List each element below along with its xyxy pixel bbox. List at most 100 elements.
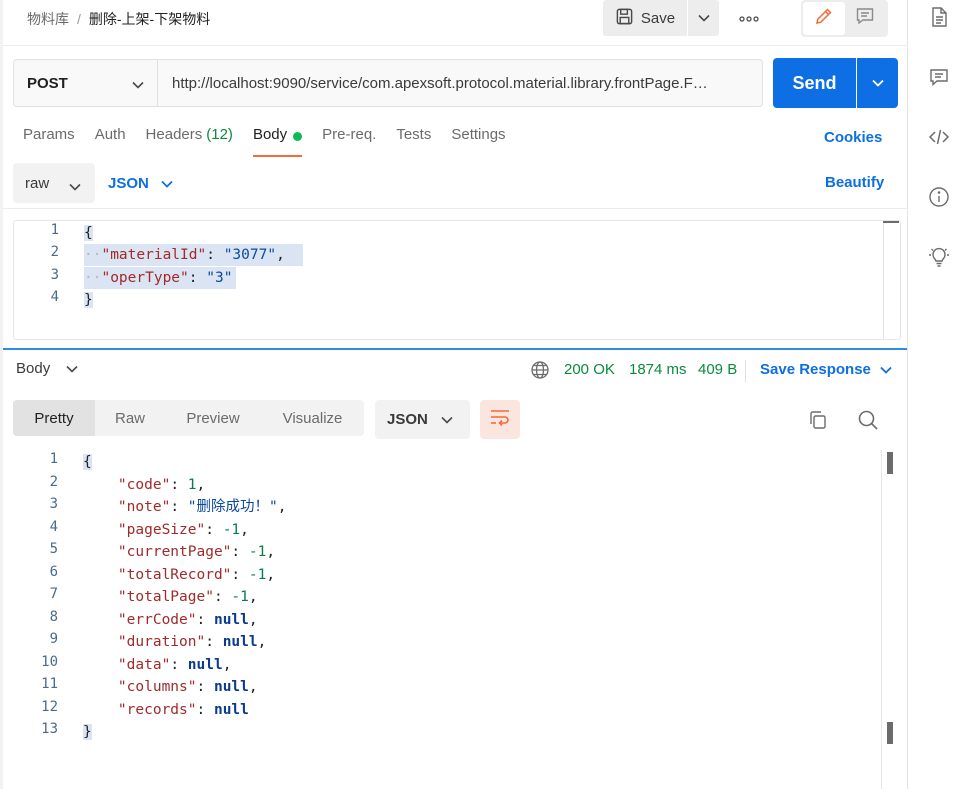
wrap-lines-button[interactable]: [480, 400, 520, 439]
chevron-down-icon: [132, 76, 144, 93]
comma: ,: [257, 634, 267, 650]
body-options: raw JSON: [13, 163, 173, 203]
json-value: "3": [206, 270, 233, 286]
save-button[interactable]: Save: [603, 0, 687, 36]
edit-mode-button[interactable]: [803, 2, 845, 35]
json-key: "currentPage": [117, 544, 232, 560]
response-section-select[interactable]: Body: [16, 360, 78, 377]
response-format-select[interactable]: JSON: [375, 400, 470, 439]
body-language-select[interactable]: JSON: [108, 163, 173, 203]
response-resize-handle[interactable]: [3, 348, 907, 350]
cookies-link[interactable]: Cookies: [824, 129, 882, 146]
line-number: 8: [49, 608, 58, 625]
body-indicator-dot: [293, 132, 303, 141]
line-number: 3: [50, 267, 59, 283]
tab-auth[interactable]: Auth: [95, 126, 126, 156]
comma: ,: [222, 656, 232, 673]
globe-icon[interactable]: [530, 360, 550, 380]
tab-raw[interactable]: Raw: [95, 400, 165, 436]
breadcrumb: 物料库 / 删除-上架-下架物料: [27, 9, 210, 29]
tab-headers[interactable]: Headers (12): [146, 126, 233, 156]
request-body-editor[interactable]: 1 2 3 4 { ··"materialId": "3077", ··"ope…: [13, 220, 901, 340]
tab-tests[interactable]: Tests: [396, 126, 431, 156]
brace: {: [84, 225, 93, 241]
method-select[interactable]: POST: [14, 60, 158, 106]
save-icon: [615, 7, 634, 30]
save-response-button[interactable]: Save Response: [760, 361, 892, 378]
tab-preview[interactable]: Preview: [165, 400, 261, 436]
request-tabs: Params Auth Headers (12) Body Pre-req. Te…: [23, 126, 526, 157]
search-button[interactable]: [857, 409, 879, 431]
line-number: 12: [41, 698, 58, 715]
json-key: "columns": [117, 679, 197, 695]
code-icon[interactable]: [928, 126, 950, 148]
pencil-icon: [814, 6, 834, 31]
json-value: null: [213, 611, 249, 628]
send-options-button[interactable]: [857, 58, 898, 108]
colon: :: [205, 521, 223, 538]
send-group: Send: [773, 58, 898, 108]
send-button[interactable]: Send: [773, 58, 856, 108]
code-line: "duration": null,: [83, 631, 266, 653]
line-number: 2: [50, 244, 59, 260]
code-line: "note": "删除成功！",: [83, 496, 287, 518]
code-line: "columns": null,: [83, 676, 258, 698]
more-actions-button[interactable]: [737, 8, 761, 28]
breadcrumb-collection[interactable]: 物料库: [27, 9, 69, 29]
tab-visualize[interactable]: Visualize: [261, 400, 364, 436]
lightbulb-icon[interactable]: [928, 246, 950, 268]
request-name[interactable]: 删除-上架-下架物料: [89, 9, 210, 29]
json-value: null: [213, 701, 249, 718]
json-value: null: [213, 679, 249, 695]
comma: ,: [248, 679, 258, 695]
info-icon[interactable]: [928, 186, 950, 208]
colon: :: [196, 611, 214, 628]
comments-mode-button[interactable]: [845, 2, 887, 35]
status-code[interactable]: 200 OK: [564, 361, 615, 378]
tab-label: Headers: [145, 126, 203, 143]
colon: :: [170, 476, 188, 493]
more-horizontal-icon: [739, 9, 759, 27]
beautify-button[interactable]: Beautify: [825, 174, 884, 191]
comment-icon: [855, 6, 875, 31]
wrap-lines-icon: [489, 408, 511, 431]
response-size[interactable]: 409 B: [698, 361, 737, 378]
editor-scrollbar-thumb[interactable]: [883, 221, 899, 223]
response-body-viewer[interactable]: 1 2 3 4 5 6 7 8 9 10 11 12 13 { "code": 1, "note": "…: [3, 450, 907, 789]
tab-pre-request[interactable]: Pre-req.: [322, 126, 376, 156]
code-line: "data": null,: [83, 654, 232, 676]
json-key: "totalRecord": [117, 566, 232, 583]
json-value: -1: [231, 589, 249, 605]
body-mode-select[interactable]: raw: [13, 163, 95, 203]
url-bar: POST http://localhost:9090/service/com.a…: [13, 59, 763, 107]
comma: ,: [196, 476, 206, 493]
tab-params[interactable]: Params: [23, 126, 75, 156]
divider: [3, 208, 907, 209]
json-key: "records": [117, 701, 197, 718]
chevron-down-icon: [441, 416, 453, 424]
brace: {: [83, 454, 92, 470]
code-line: "code": 1,: [83, 474, 205, 496]
url-input[interactable]: http://localhost:9090/service/com.apexso…: [158, 60, 762, 106]
tab-body[interactable]: Body: [252, 126, 303, 157]
comma: ,: [240, 521, 249, 538]
comma: ,: [266, 566, 276, 583]
tab-label: Pre-req.: [322, 126, 377, 143]
comma: ,: [248, 589, 258, 605]
document-icon[interactable]: [928, 6, 950, 28]
request-header: 物料库 / 删除-上架-下架物料 Save: [3, 0, 907, 46]
tab-pretty[interactable]: Pretty: [13, 400, 95, 436]
line-number: 7: [49, 586, 58, 602]
line-number: 10: [41, 653, 58, 670]
save-options-button[interactable]: [688, 0, 719, 36]
copy-button[interactable]: [808, 410, 828, 430]
response-time[interactable]: 1874 ms: [629, 361, 687, 378]
response-format-label: JSON: [387, 411, 428, 428]
comment-icon[interactable]: [928, 66, 950, 88]
viewer-scrollbar-thumb[interactable]: [887, 452, 893, 474]
tab-settings[interactable]: Settings: [451, 126, 505, 156]
